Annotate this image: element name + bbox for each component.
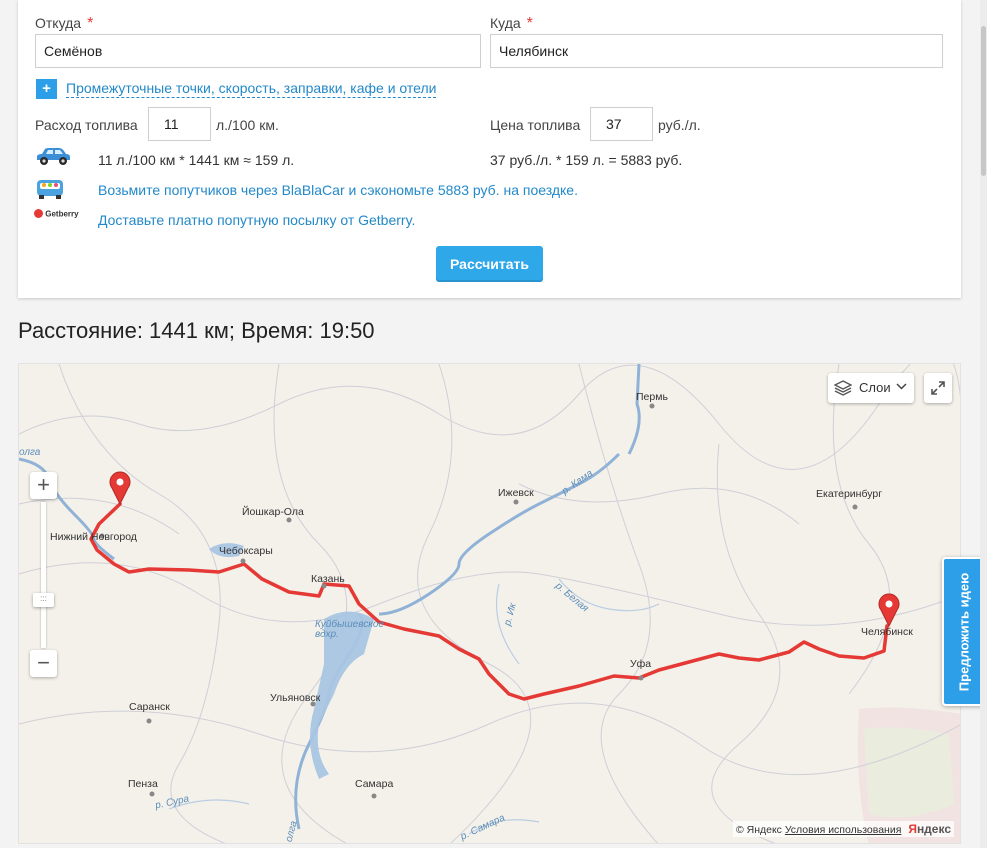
price-unit: руб./л. xyxy=(658,117,701,133)
map-city-label: Саранск xyxy=(129,701,170,713)
layers-button[interactable]: Слои xyxy=(828,373,914,403)
getberry-logo: Getberry xyxy=(34,209,79,219)
cost-calculation: 37 руб./л. * 159 л. = 5883 руб. xyxy=(490,152,683,168)
consumption-input[interactable]: 11 xyxy=(148,107,211,141)
map-city-label: Чебоксары xyxy=(219,545,273,557)
fuel-calculation: 11 л./100 км * 1441 км ≈ 159 л. xyxy=(98,152,295,168)
price-input[interactable]: 37 xyxy=(590,107,653,141)
layers-label: Слои xyxy=(859,380,891,395)
required-mark: * xyxy=(87,15,94,32)
map-canvas xyxy=(19,364,960,843)
map-copyright: © Яндекс Условия использования Яндекс xyxy=(732,821,954,837)
add-waypoints-icon[interactable]: + xyxy=(36,79,57,99)
blablacar-icon xyxy=(35,176,65,205)
from-input[interactable]: Семёнов xyxy=(35,34,481,68)
route-form: Откуда * Семёнов Куда * Челябинск + Промеж… xyxy=(18,0,961,298)
blablacar-link[interactable]: Возьмите попутчиков через BlaBlaCar и сэ… xyxy=(98,182,578,198)
route-map[interactable]: Нижний Новгород Йошкар-Ола Чебоксары Каз… xyxy=(18,363,961,844)
consumption-unit: л./100 км. xyxy=(216,117,279,133)
map-city-label: Пенза xyxy=(128,778,158,790)
getberry-link[interactable]: Доставьте платно попутную посылку от Get… xyxy=(98,212,415,228)
calculate-button[interactable]: Рассчитать xyxy=(436,246,543,282)
map-city-label: Нижний Новгород xyxy=(50,531,137,543)
map-river-label: олга xyxy=(19,447,41,458)
map-city-label: Ульяновск xyxy=(270,692,321,704)
to-label: Куда * xyxy=(490,15,533,32)
zoom-slider-handle[interactable]: ::: xyxy=(33,593,54,607)
copyright-text: © Яндекс xyxy=(735,824,782,836)
route-summary: Расстояние: 1441 км; Время: 19:50 xyxy=(18,318,375,343)
map-city-label: Йошкар-Ола xyxy=(242,506,304,518)
map-city-label: Уфа xyxy=(630,658,652,670)
map-city-label: Казань xyxy=(311,573,345,585)
zoom-in-button[interactable]: + xyxy=(30,472,57,499)
suggest-idea-label: Предложить идею xyxy=(956,572,972,691)
required-mark: * xyxy=(526,15,533,32)
to-input[interactable]: Челябинск xyxy=(490,34,943,68)
consumption-label: Расход топлива xyxy=(35,117,138,133)
map-city-label: Ижевск xyxy=(498,487,534,499)
suggest-idea-button[interactable]: Предложить идею xyxy=(942,557,984,706)
car-icon xyxy=(34,146,72,173)
map-river-label: Куйбышевское вдхр. xyxy=(315,619,385,640)
map-city-label: Челябинск xyxy=(861,626,913,638)
zoom-out-button[interactable]: − xyxy=(30,650,57,677)
terms-link[interactable]: Условия использования xyxy=(785,824,902,836)
page-scrollbar-thumb[interactable] xyxy=(981,26,986,176)
yandex-logo: Яндекс xyxy=(908,822,951,836)
map-city-label: Пермь xyxy=(636,391,668,403)
waypoints-link[interactable]: Промежуточные точки, скорость, заправки,… xyxy=(66,80,437,98)
zoom-slider-track[interactable] xyxy=(41,502,46,648)
price-label: Цена топлива xyxy=(490,117,581,133)
from-label: Откуда * xyxy=(35,15,94,32)
fullscreen-button[interactable] xyxy=(924,373,952,403)
map-city-label: Екатеринбург xyxy=(816,488,883,500)
map-city-label: Самара xyxy=(355,778,394,790)
